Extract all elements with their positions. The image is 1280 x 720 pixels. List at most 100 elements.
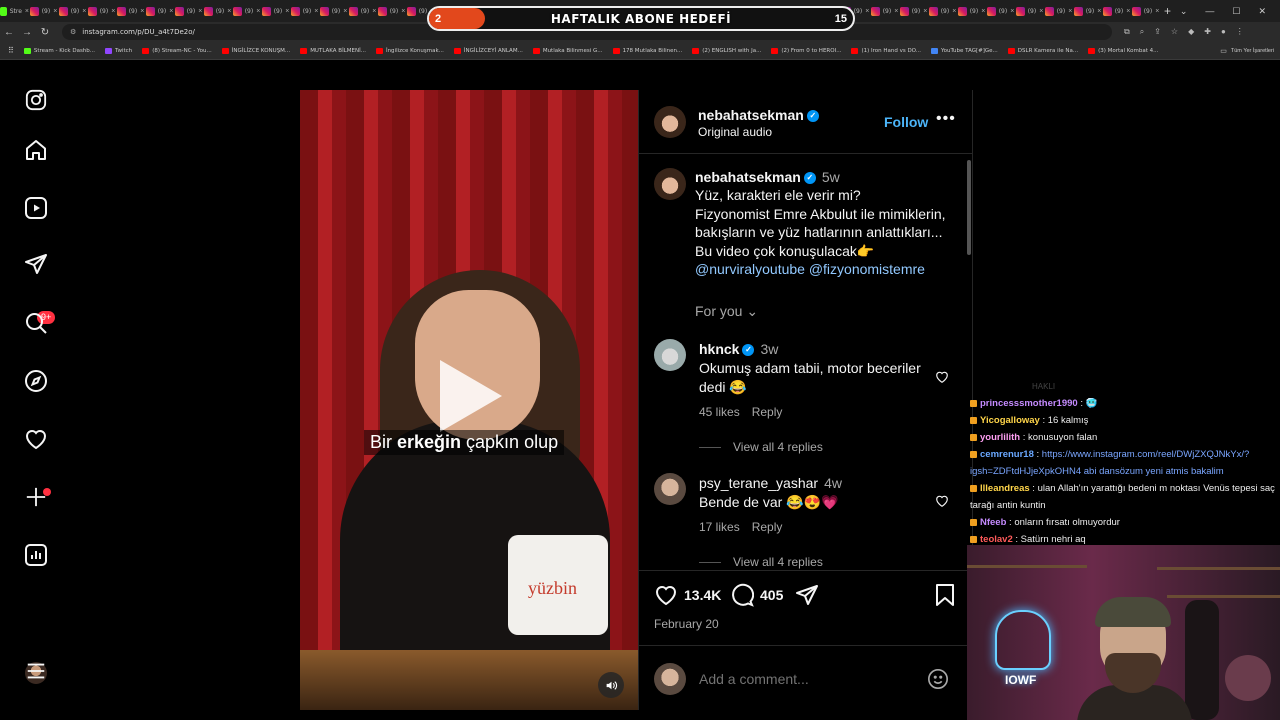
bookmark-item[interactable]: Stream - Kick Dashb... — [23, 47, 95, 54]
bookmark-item[interactable]: (1) Iron Hand vs DO... — [851, 47, 921, 54]
browser-tab[interactable]: (9)× — [29, 0, 58, 22]
more-options-icon[interactable]: ••• — [936, 110, 956, 128]
emoji-picker-icon[interactable] — [927, 668, 949, 690]
comment-likes[interactable]: 17 likes — [699, 520, 740, 534]
comment-like-heart-icon[interactable] — [935, 494, 949, 508]
all-bookmarks[interactable]: ▭ Tüm Yer İşaretleri — [1210, 42, 1274, 59]
tab-close-icon[interactable]: × — [1126, 8, 1130, 15]
tab-close-icon[interactable]: × — [981, 8, 985, 15]
back-button[interactable]: ← — [0, 27, 18, 38]
home-icon[interactable] — [24, 138, 48, 162]
tab-close-icon[interactable]: × — [169, 8, 173, 15]
extension-icon[interactable]: ◆ — [1188, 27, 1194, 37]
maximize-button[interactable]: ☐ — [1232, 6, 1240, 17]
browser-tab[interactable]: (9)× — [203, 0, 232, 22]
browser-tab[interactable]: (9)× — [174, 0, 203, 22]
comment-like-heart-icon[interactable] — [935, 370, 949, 384]
bookmark-item[interactable]: İngilizce Konuşmak... — [375, 47, 444, 54]
tab-close-icon[interactable]: × — [82, 8, 86, 15]
tab-close-icon[interactable]: × — [894, 8, 898, 15]
tab-close-icon[interactable]: × — [865, 8, 869, 15]
explore-icon[interactable] — [24, 369, 48, 393]
share-action[interactable] — [795, 583, 819, 607]
bookmark-item[interactable]: (8) Stream-NC - You... — [142, 47, 212, 54]
mention-link[interactable]: @fizyonomistemre — [809, 261, 925, 277]
browser-tab[interactable]: (9)× — [377, 0, 406, 22]
tab-close-icon[interactable]: × — [256, 8, 260, 15]
browser-tab[interactable]: (9)× — [1131, 0, 1160, 22]
bookmark-item[interactable]: Mutlaka Bilinmesi G... — [532, 47, 603, 54]
tab-close-icon[interactable]: × — [401, 8, 405, 15]
view-replies-button[interactable]: View all 4 replies — [699, 440, 823, 454]
close-window-button[interactable]: ✕ — [1258, 6, 1266, 17]
install-icon[interactable]: ⧉ — [1124, 27, 1130, 37]
save-action[interactable] — [934, 583, 956, 607]
site-info-icon[interactable]: ⚙ — [70, 28, 76, 36]
tab-close-icon[interactable]: × — [314, 8, 318, 15]
tab-close-icon[interactable]: × — [1097, 8, 1101, 15]
browser-tab[interactable]: (9)× — [957, 0, 986, 22]
bookmark-item[interactable]: (3) Mortal Kombat 4... — [1088, 47, 1158, 54]
browser-tab[interactable]: (9)× — [232, 0, 261, 22]
tab-close-icon[interactable]: × — [343, 8, 347, 15]
instagram-logo-icon[interactable] — [24, 88, 48, 112]
tab-close-icon[interactable]: × — [1068, 8, 1072, 15]
view-replies-button[interactable]: View all 4 replies — [699, 555, 823, 569]
browser-tab[interactable]: (9)× — [870, 0, 899, 22]
dashboard-icon[interactable] — [24, 543, 48, 567]
tab-close-icon[interactable]: × — [227, 8, 231, 15]
commenter-username[interactable]: hknck ✓ 3w — [699, 341, 778, 357]
browser-tab[interactable]: (9)× — [348, 0, 377, 22]
bookmark-item[interactable]: 178 Mutlaka Bilinen... — [612, 47, 682, 54]
more-menu-icon[interactable] — [24, 659, 48, 683]
browser-tab[interactable]: (9)× — [1073, 0, 1102, 22]
tab-close-icon[interactable]: × — [111, 8, 115, 15]
bookmark-item[interactable]: (2) From 0 to HEROI... — [771, 47, 841, 54]
audio-label[interactable]: Original audio — [698, 125, 772, 139]
mention-link[interactable]: @nurviralyoutube — [695, 261, 805, 277]
browser-tab[interactable]: (9)× — [1102, 0, 1131, 22]
tab-close-icon[interactable]: × — [53, 8, 57, 15]
tab-close-icon[interactable]: × — [1039, 8, 1043, 15]
reply-button[interactable]: Reply — [752, 520, 783, 534]
author-avatar[interactable] — [654, 106, 686, 138]
messages-icon[interactable] — [24, 252, 48, 276]
commenter-avatar[interactable] — [654, 339, 686, 371]
bookmark-item[interactable]: MUTLAKA BİLMENİ... — [300, 47, 366, 54]
tab-close-icon[interactable]: × — [923, 8, 927, 15]
add-comment-input[interactable]: Add a comment... — [699, 671, 809, 687]
browser-tab[interactable]: (9)× — [261, 0, 290, 22]
comment-sort-dropdown[interactable]: For you ⌄ — [695, 303, 758, 320]
browser-tab[interactable]: (9)× — [899, 0, 928, 22]
bookmark-item[interactable]: Twitch — [105, 47, 132, 54]
author-username[interactable]: nebahatsekman ✓ — [698, 107, 819, 123]
browser-menu-icon[interactable]: ⋮ — [1236, 27, 1244, 37]
profile-icon[interactable]: ● — [1221, 27, 1226, 37]
bookmark-star-icon[interactable]: ☆ — [1171, 27, 1178, 37]
zoom-icon[interactable]: ⌕ — [1140, 27, 1144, 37]
apps-grid-icon[interactable]: ⠿ — [8, 46, 14, 55]
browser-tab[interactable]: (9)× — [87, 0, 116, 22]
browser-tab[interactable]: (9)× — [1015, 0, 1044, 22]
comment-action[interactable]: 405 — [730, 583, 783, 607]
browser-tab[interactable]: (9)× — [319, 0, 348, 22]
play-icon[interactable] — [440, 360, 502, 432]
reel-video-player[interactable]: yüzbin Bir erkeğin çapkın olup — [300, 90, 638, 710]
share-icon[interactable]: ⇪ — [1154, 27, 1161, 37]
tab-close-icon[interactable]: × — [372, 8, 376, 15]
audio-toggle-button[interactable] — [598, 672, 624, 698]
commenter-username[interactable]: psy_terane_yashar 4w — [699, 475, 842, 491]
tab-close-icon[interactable]: × — [140, 8, 144, 15]
bookmark-item[interactable]: İNGİLİZCEYİ ANLAM... — [453, 47, 523, 54]
browser-tab[interactable]: (9)× — [1044, 0, 1073, 22]
minimize-button[interactable]: — — [1205, 6, 1214, 16]
puzzle-icon[interactable]: ✚ — [1204, 27, 1211, 37]
browser-tab[interactable]: (9)× — [116, 0, 145, 22]
bookmark-item[interactable]: DSLR Kamera ile Na... — [1007, 47, 1078, 54]
caption-author-avatar[interactable] — [654, 168, 686, 200]
new-tab-button[interactable]: + — [1164, 4, 1171, 18]
browser-tab[interactable]: (9)× — [145, 0, 174, 22]
notifications-icon[interactable] — [24, 427, 48, 451]
browser-tab[interactable]: (9)× — [986, 0, 1015, 22]
tab-close-icon[interactable]: × — [1010, 8, 1014, 15]
